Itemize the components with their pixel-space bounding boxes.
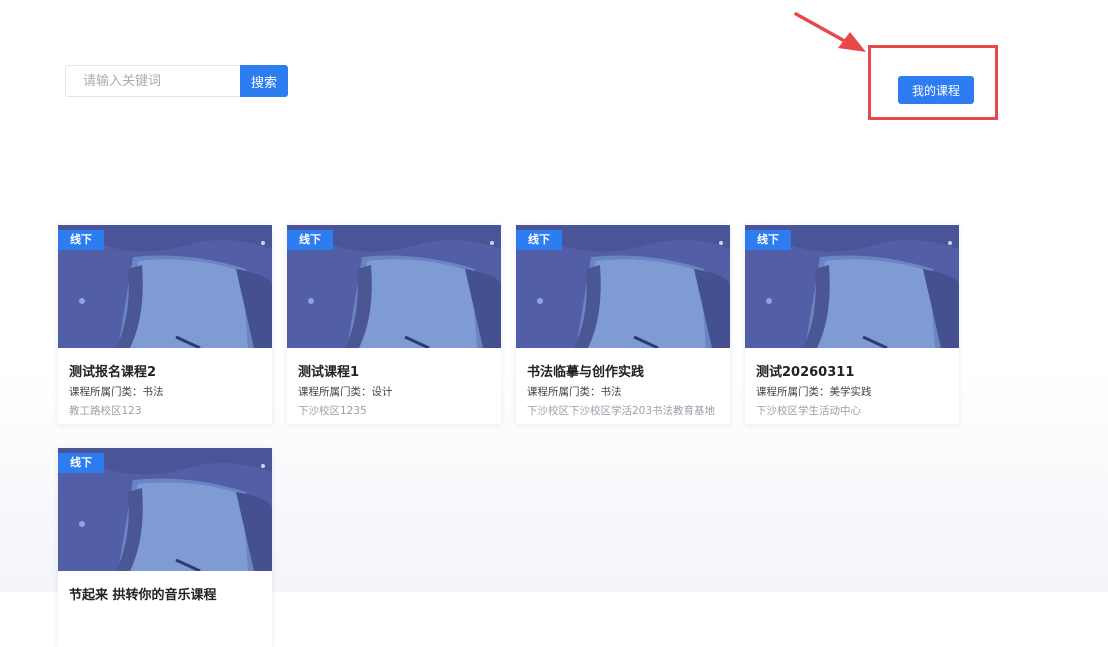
search-button[interactable]: 搜索 xyxy=(240,65,288,97)
course-title: 测试20260311 xyxy=(756,365,855,380)
course-cover-image: 线下 xyxy=(58,225,272,348)
red-arrow-annotation xyxy=(794,12,866,52)
course-title: 书法临摹与创作实践 xyxy=(527,365,645,380)
course-category: 课程所属门类：书法 xyxy=(69,386,164,398)
course-card[interactable]: 线下 测试课程1 课程所属门类：设计 下沙校区1235 xyxy=(287,225,501,424)
course-location: 教工路校区123 xyxy=(69,405,142,417)
course-category: 课程所属门类：美学实践 xyxy=(756,386,872,398)
course-location: 下沙校区学生活动中心 xyxy=(756,405,861,417)
course-cover-image: 线下 xyxy=(58,448,272,571)
course-type-badge: 线下 xyxy=(745,230,791,250)
course-card[interactable]: 线下 书法临摹与创作实践 课程所属门类：书法 下沙校区下沙校区学活203书法教育… xyxy=(516,225,730,424)
course-card[interactable]: 线下 测试20260311 课程所属门类：美学实践 下沙校区学生活动中心 xyxy=(745,225,959,424)
course-title: 测试课程1 xyxy=(298,365,360,380)
course-title: 测试报名课程2 xyxy=(69,365,157,380)
my-courses-button[interactable]: 我的课程 xyxy=(898,76,974,104)
course-location: 下沙校区1235 xyxy=(298,405,367,417)
course-category: 课程所属门类：设计 xyxy=(298,386,393,398)
course-card[interactable]: 线下 节起来 拱转你的音乐课程 xyxy=(58,448,272,647)
search-input[interactable] xyxy=(65,65,240,97)
course-cover-image: 线下 xyxy=(287,225,501,348)
course-cover-image: 线下 xyxy=(516,225,730,348)
course-category: 课程所属门类：书法 xyxy=(527,386,622,398)
course-type-badge: 线下 xyxy=(516,230,562,250)
course-cover-image: 线下 xyxy=(745,225,959,348)
course-card[interactable]: 线下 测试报名课程2 课程所属门类：书法 教工路校区123 xyxy=(58,225,272,424)
course-location: 下沙校区下沙校区学活203书法教育基地 xyxy=(527,405,716,417)
course-type-badge: 线下 xyxy=(58,230,104,250)
course-type-badge: 线下 xyxy=(58,453,104,473)
course-title: 节起来 拱转你的音乐课程 xyxy=(69,588,217,603)
course-type-badge: 线下 xyxy=(287,230,333,250)
